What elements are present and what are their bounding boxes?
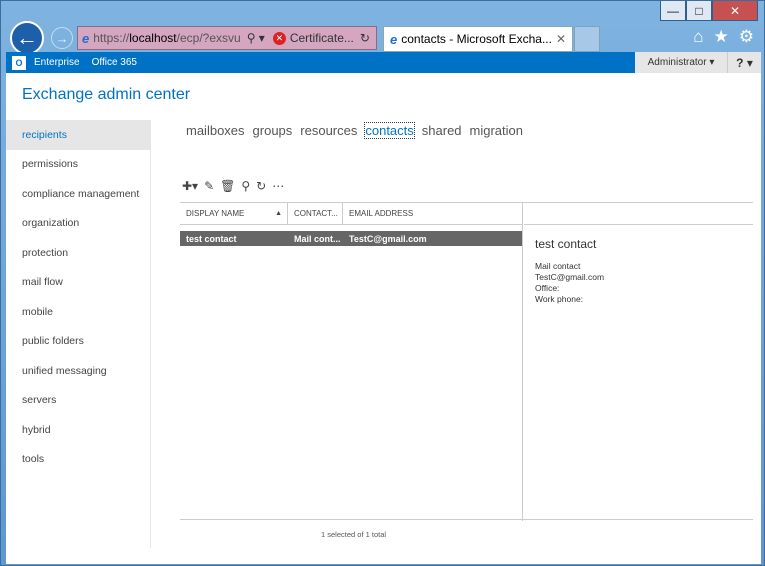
column-label: CONTACT... bbox=[294, 209, 338, 218]
certificate-label[interactable]: Certificate... bbox=[290, 31, 354, 45]
tab-contacts[interactable]: contacts bbox=[364, 122, 415, 139]
sidebar-item-recipients[interactable]: recipients bbox=[6, 120, 150, 150]
column-display-name[interactable]: DISPLAY NAME ▲ bbox=[180, 203, 288, 224]
sidebar-item-organization[interactable]: organization bbox=[6, 209, 150, 239]
details-title: test contact bbox=[535, 237, 597, 251]
list-toolbar: ✚▾ ✎ 🗑 ⚲ ↻ ⋯ bbox=[182, 179, 284, 193]
address-bar[interactable]: e https://localhost/ecp/?exsvu ⚲ ▾ ✕ Cer… bbox=[77, 26, 377, 50]
url-prefix: https:// bbox=[93, 31, 130, 45]
sidebar-item-permissions[interactable]: permissions bbox=[6, 150, 150, 180]
new-tab-button[interactable] bbox=[574, 26, 600, 52]
sidebar-item-mobile[interactable]: mobile bbox=[6, 297, 150, 327]
search-dropdown-icon[interactable]: ⚲ ▾ bbox=[247, 31, 265, 45]
tab-groups[interactable]: groups bbox=[253, 123, 293, 138]
details-line: Mail contact bbox=[535, 261, 581, 271]
topbar-link-office365[interactable]: Office 365 bbox=[92, 57, 137, 68]
office-topbar: O Enterprise Office 365 Administrator ▾ … bbox=[6, 52, 761, 73]
url-host: localhost bbox=[129, 31, 177, 45]
tab-migration[interactable]: migration bbox=[470, 123, 523, 138]
more-options-icon[interactable]: ⋯ bbox=[272, 179, 284, 193]
ie-logo-icon: e bbox=[82, 30, 90, 46]
contacts-list-area: DISPLAY NAME ▲ CONTACT... EMAIL ADDRESS … bbox=[180, 202, 753, 521]
tools-gear-icon[interactable]: ⚙ bbox=[739, 27, 754, 47]
office-logo-icon[interactable]: O bbox=[12, 55, 26, 70]
home-icon[interactable]: ⌂ bbox=[693, 27, 703, 47]
sidebar-item-tools[interactable]: tools bbox=[6, 445, 150, 475]
column-label: EMAIL ADDRESS bbox=[349, 209, 414, 218]
sidebar-item-servers[interactable]: servers bbox=[6, 386, 150, 416]
tab-resources[interactable]: resources bbox=[300, 123, 357, 138]
table-row[interactable]: test contact Mail cont... TestC@gmail.co… bbox=[180, 231, 522, 246]
tab-ie-icon: e bbox=[390, 31, 398, 47]
status-text: 1 selected of 1 total bbox=[321, 530, 387, 539]
certificate-error-icon: ✕ bbox=[272, 31, 286, 45]
forward-arrow-icon[interactable]: → bbox=[51, 27, 73, 49]
exchange-admin-app: O Enterprise Office 365 Administrator ▾ … bbox=[6, 52, 761, 564]
topbar-link-enterprise[interactable]: Enterprise bbox=[34, 57, 80, 68]
sidebar-item-hybrid[interactable]: hybrid bbox=[6, 415, 150, 445]
url-path: /ecp/?exsvu bbox=[176, 31, 241, 45]
sort-ascending-icon: ▲ bbox=[275, 210, 282, 217]
sidebar-item-protection[interactable]: protection bbox=[6, 238, 150, 268]
cell-contact-type: Mail cont... bbox=[294, 233, 341, 244]
sidebar-item-public-folders[interactable]: public folders bbox=[6, 327, 150, 357]
help-chevron-down-icon: ▾ bbox=[746, 55, 753, 70]
window-controls: — □ ✕ bbox=[660, 1, 758, 21]
column-contact-type[interactable]: CONTACT... bbox=[288, 203, 343, 224]
column-email-address[interactable]: EMAIL ADDRESS bbox=[343, 203, 522, 224]
browser-toolbar-icons: ⌂ ★ ⚙ bbox=[693, 27, 754, 47]
edit-pencil-icon[interactable]: ✎ bbox=[204, 179, 214, 193]
table-header: DISPLAY NAME ▲ CONTACT... EMAIL ADDRESS bbox=[180, 203, 522, 225]
topbar-right: Administrator ▾ ? ▾ bbox=[635, 52, 761, 73]
recipient-tabs: mailboxes groups resources contacts shar… bbox=[186, 122, 523, 139]
add-icon[interactable]: ✚▾ bbox=[182, 179, 198, 193]
sidebar-item-mail-flow[interactable]: mail flow bbox=[6, 268, 150, 298]
search-icon[interactable]: ⚲ bbox=[241, 179, 250, 193]
tab-close-icon[interactable]: ✕ bbox=[556, 32, 566, 46]
sidebar: recipients permissions compliance manage… bbox=[6, 120, 151, 548]
cell-email: TestC@gmail.com bbox=[349, 233, 427, 244]
column-label: DISPLAY NAME bbox=[186, 209, 245, 218]
tab-shared[interactable]: shared bbox=[422, 123, 462, 138]
browser-tab-contacts[interactable]: e contacts - Microsoft Excha... ✕ bbox=[383, 26, 573, 52]
favorites-star-icon[interactable]: ★ bbox=[714, 27, 729, 47]
help-menu[interactable]: ? ▾ bbox=[727, 52, 761, 73]
details-line: Office: bbox=[535, 283, 560, 293]
refresh-icon[interactable]: ↻ bbox=[360, 31, 370, 45]
browser-nav-row: ← → e https://localhost/ecp/?exsvu ⚲ ▾ ✕… bbox=[7, 21, 762, 55]
details-pane: test contact Mail contact TestC@gmail.co… bbox=[524, 203, 753, 521]
back-arrow-icon[interactable]: ← bbox=[10, 21, 44, 55]
tab-mailboxes[interactable]: mailboxes bbox=[186, 123, 245, 138]
sidebar-item-unified-messaging[interactable]: unified messaging bbox=[6, 356, 150, 386]
user-menu[interactable]: Administrator ▾ bbox=[635, 52, 727, 73]
chevron-down-icon: ▾ bbox=[709, 57, 715, 68]
close-window-icon[interactable]: ✕ bbox=[712, 1, 758, 21]
maximize-icon[interactable]: □ bbox=[686, 1, 712, 21]
delete-trash-icon[interactable]: 🗑 bbox=[220, 179, 235, 193]
contacts-list: DISPLAY NAME ▲ CONTACT... EMAIL ADDRESS … bbox=[180, 203, 523, 521]
details-line: TestC@gmail.com bbox=[535, 272, 605, 282]
tab-title: contacts - Microsoft Excha... bbox=[401, 32, 552, 46]
page-title: Exchange admin center bbox=[22, 86, 191, 103]
cell-display-name: test contact bbox=[186, 233, 237, 244]
help-icon: ? bbox=[736, 55, 744, 70]
details-line: Work phone: bbox=[535, 294, 584, 304]
details-lines: Mail contact TestC@gmail.com Office: Wor… bbox=[535, 261, 753, 305]
minimize-icon[interactable]: — bbox=[660, 1, 686, 21]
refresh-list-icon[interactable]: ↻ bbox=[256, 179, 266, 193]
details-header bbox=[524, 203, 753, 225]
sidebar-item-compliance-management[interactable]: compliance management bbox=[6, 179, 150, 209]
user-name: Administrator bbox=[647, 57, 707, 68]
